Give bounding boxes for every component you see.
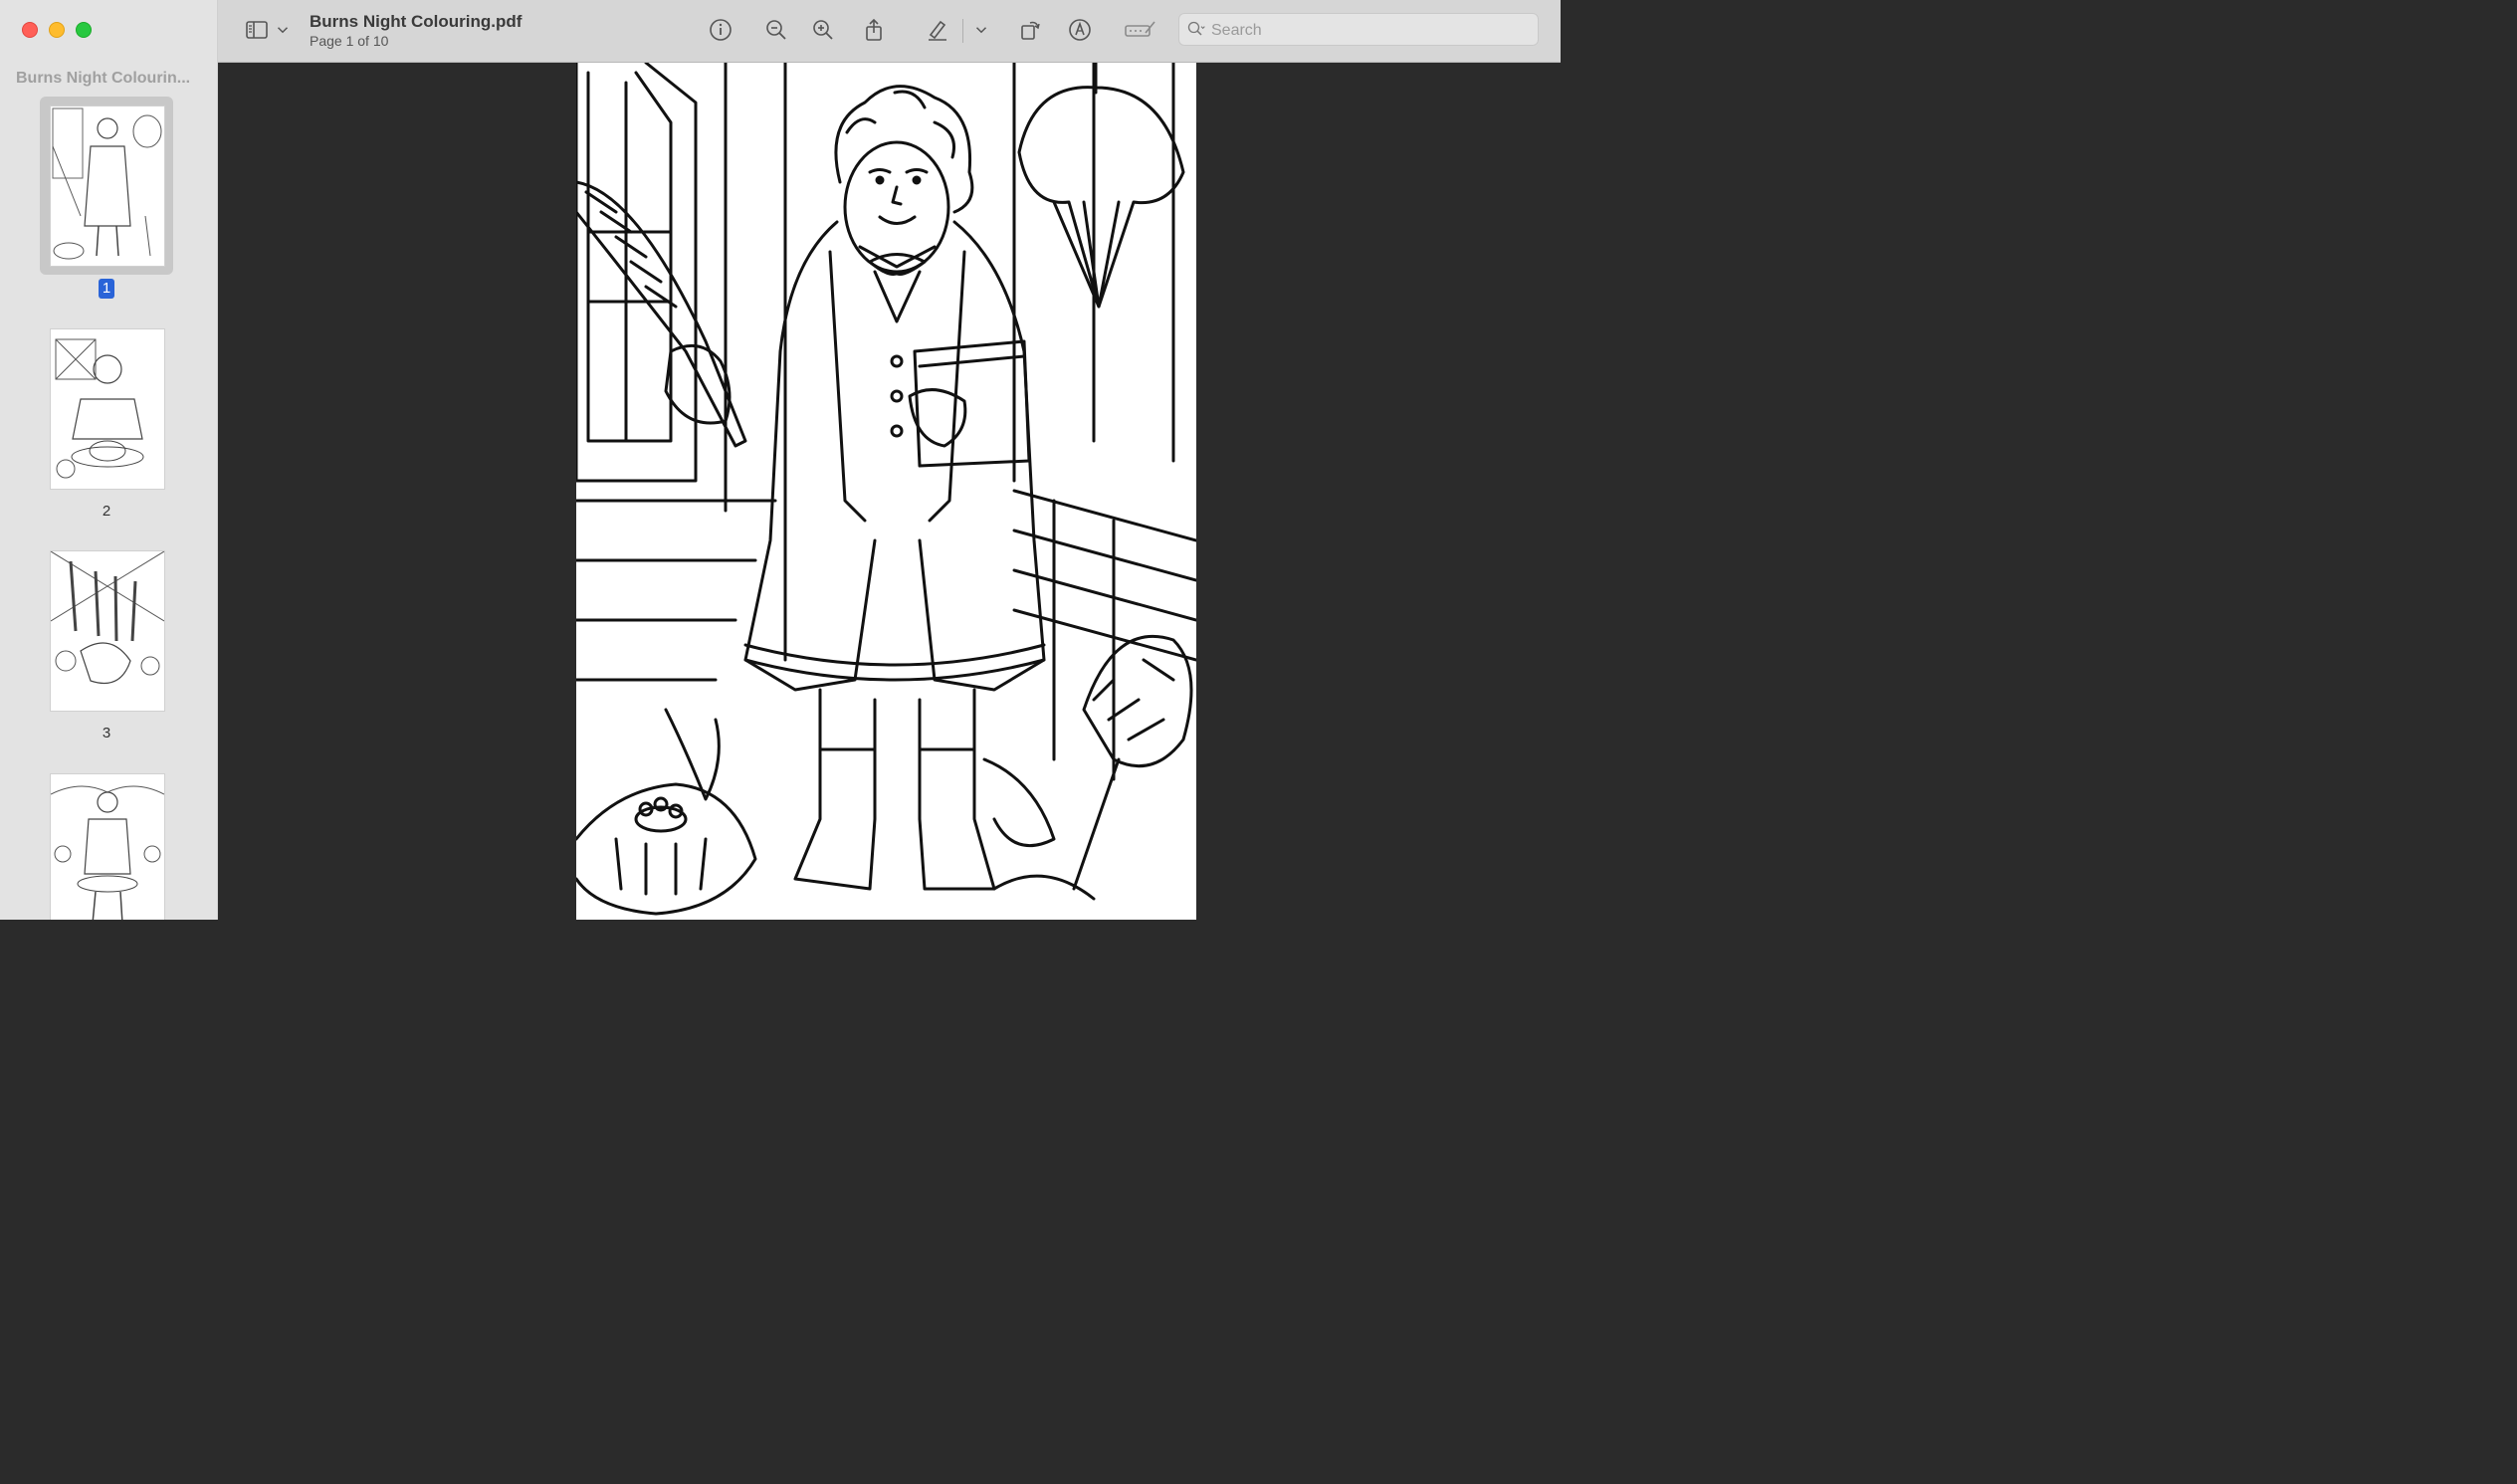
thumbnail-sidebar: Burns Night Colourin... 1 2 3 (0, 0, 218, 920)
zoom-out-icon[interactable] (763, 17, 789, 43)
search-field[interactable] (1178, 13, 1539, 46)
search-icon (1185, 20, 1207, 45)
minimize-button[interactable] (49, 22, 65, 38)
close-button[interactable] (22, 22, 38, 38)
highlighter-icon[interactable] (925, 17, 950, 43)
info-icon[interactable] (708, 17, 734, 43)
toolbar-divider (962, 19, 963, 43)
document-title: Burns Night Colouring.pdf (310, 12, 523, 31)
thumbnail-page-1[interactable] (50, 106, 165, 267)
form-fill-icon[interactable] (1124, 17, 1157, 43)
thumbnail-page-3[interactable] (50, 550, 165, 712)
sidebar-toggle-icon[interactable] (244, 17, 270, 43)
pdf-page[interactable] (576, 63, 1196, 920)
thumbnail-illustration (52, 107, 162, 260)
zoom-in-icon[interactable] (810, 17, 836, 43)
rotate-icon[interactable] (1017, 17, 1043, 43)
thumbnail-page-2[interactable] (50, 328, 165, 490)
chevron-down-icon[interactable] (274, 17, 292, 43)
zoom-button[interactable] (76, 22, 92, 38)
thumbnail-page-number: 2 (102, 503, 111, 520)
page-illustration (576, 63, 1196, 916)
chevron-down-icon[interactable] (972, 17, 990, 43)
thumbnail-illustration (51, 551, 164, 685)
thumbnail-page-number: 1 (99, 279, 114, 299)
thumbnail-illustration (55, 338, 144, 479)
markup-icon[interactable] (1067, 17, 1093, 43)
thumbnail-page-number: 3 (102, 725, 111, 742)
thumbnail-page-4[interactable] (50, 773, 165, 920)
sidebar-title: Burns Night Colourin... (16, 70, 191, 87)
thumbnail-illustration (51, 785, 164, 920)
toolbar: Burns Night Colouring.pdf Page 1 of 10 (218, 0, 1561, 63)
share-icon[interactable] (861, 17, 887, 43)
page-indicator: Page 1 of 10 (310, 33, 389, 49)
window-controls (22, 22, 92, 38)
search-input[interactable] (1209, 18, 1532, 44)
